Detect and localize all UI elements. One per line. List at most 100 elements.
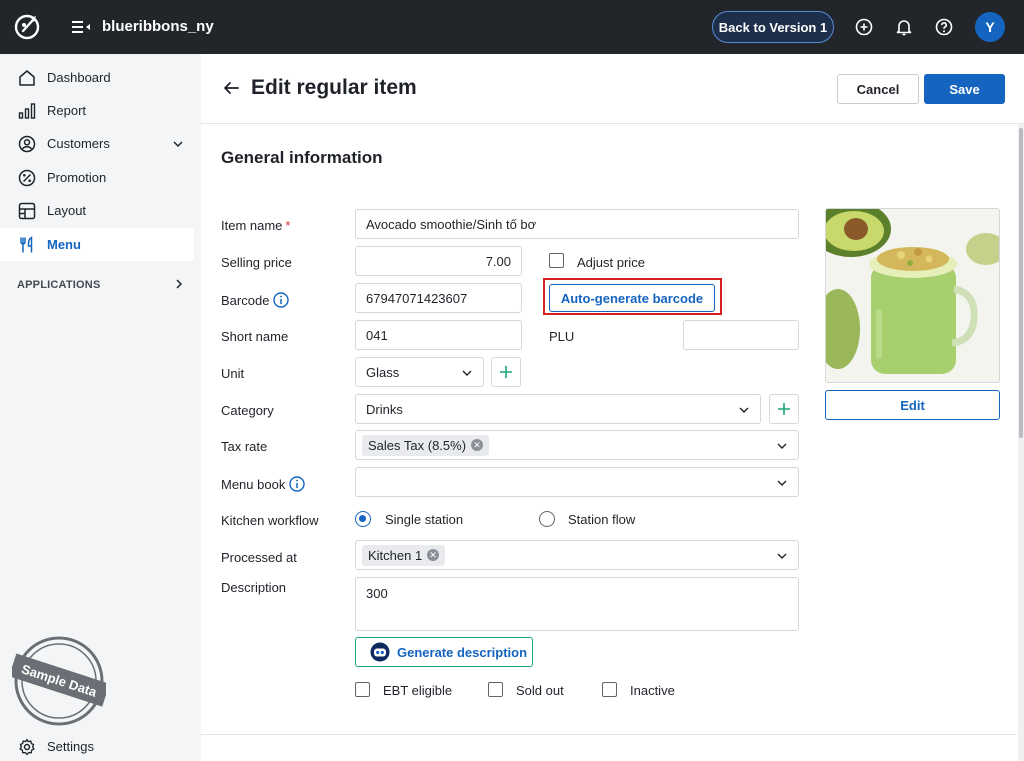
edit-image-button[interactable]: Edit — [825, 390, 1000, 420]
ebt-eligible-checkbox[interactable] — [355, 682, 370, 697]
chevron-down-icon — [739, 407, 749, 413]
plu-label: PLU — [549, 329, 575, 344]
menu-book-select[interactable] — [355, 467, 799, 497]
back-to-version-button[interactable]: Back to Version 1 — [712, 11, 834, 43]
kitchen-chip: Kitchen 1 ✕ — [362, 544, 446, 566]
category-select[interactable]: Drinks — [355, 394, 761, 424]
menu-collapse-icon[interactable] — [70, 17, 92, 37]
info-icon[interactable] — [273, 292, 290, 308]
chevron-down-icon — [777, 553, 787, 559]
description-label: Description — [221, 580, 287, 595]
item-name-label: Item name * — [221, 218, 291, 233]
avocado-smoothie-image — [826, 209, 999, 382]
kitchen-workflow-label: Kitchen workflow — [221, 513, 319, 528]
fork-knife-icon — [20, 235, 33, 252]
save-button[interactable]: Save — [924, 74, 1005, 104]
top-bar: blueribbons_ny Back to Version 1 Y — [0, 0, 1024, 54]
add-unit-button[interactable] — [491, 357, 521, 387]
category-value: Drinks — [366, 401, 403, 417]
sidebar-item-label: Layout — [47, 203, 87, 218]
sidebar-item-settings[interactable]: Settings — [0, 730, 194, 761]
short-name-label: Short name — [221, 329, 289, 344]
percent-icon — [18, 169, 36, 186]
required-mark: * — [285, 218, 291, 233]
unit-label: Unit — [221, 366, 245, 381]
sidebar-item-label: Dashboard — [47, 70, 111, 85]
sidebar-item-menu[interactable]: Menu — [0, 228, 194, 261]
category-label: Category — [221, 403, 274, 418]
sold-out-label: Sold out — [516, 683, 564, 698]
sidebar-item-label: Promotion — [47, 170, 107, 185]
inactive-label: Inactive — [630, 683, 675, 698]
unit-select[interactable]: Glass — [355, 357, 484, 387]
divider — [201, 734, 1017, 735]
cancel-button[interactable]: Cancel — [837, 74, 919, 104]
short-name-input[interactable]: 041 — [355, 320, 522, 350]
sidebar-item-label: Report — [47, 103, 87, 118]
sidebar-item-label: Menu — [47, 237, 81, 252]
robot-icon — [370, 642, 390, 662]
plus-icon — [778, 403, 790, 415]
station-flow-label: Station flow — [568, 512, 636, 527]
sidebar-item-layout[interactable]: Layout — [0, 194, 194, 227]
sidebar-item-dashboard[interactable]: Dashboard — [0, 61, 194, 94]
item-image — [825, 208, 1000, 383]
tax-rate-select[interactable]: Sales Tax (8.5%) ✕ — [355, 430, 799, 460]
adjust-price-checkbox[interactable] — [549, 253, 564, 268]
selling-price-input[interactable]: 7.00 — [355, 246, 522, 276]
remove-chip-icon[interactable]: ✕ — [471, 439, 484, 451]
help-icon[interactable] — [934, 17, 954, 37]
remove-chip-icon[interactable]: ✕ — [427, 549, 440, 561]
app-logo-icon[interactable] — [12, 12, 42, 42]
chevron-down-icon — [777, 443, 787, 449]
home-icon — [19, 69, 35, 86]
generate-description-button[interactable]: Generate description — [355, 637, 533, 667]
sidebar-item-label: Settings — [47, 739, 94, 754]
scrollbar-thumb[interactable] — [1019, 128, 1023, 438]
layout-icon — [18, 202, 36, 219]
tax-rate-chip: Sales Tax (8.5%) ✕ — [362, 434, 490, 456]
plus-icon — [500, 366, 512, 378]
processed-at-label: Processed at — [221, 550, 297, 565]
ebt-eligible-label: EBT eligible — [383, 683, 453, 698]
menu-book-label: Menu book — [221, 476, 306, 492]
plu-input[interactable] — [683, 320, 799, 350]
chevron-down-icon — [462, 370, 472, 376]
chevron-right-icon[interactable] — [173, 278, 185, 290]
barcode-input[interactable]: 67947071423607 — [355, 283, 522, 313]
applications-section-label[interactable]: APPLICATIONS — [17, 279, 100, 291]
sold-out-checkbox[interactable] — [488, 682, 503, 697]
single-station-radio[interactable] — [355, 511, 371, 527]
user-avatar[interactable]: Y — [975, 12, 1005, 42]
auto-generate-barcode-button[interactable]: Auto-generate barcode — [549, 284, 715, 312]
add-category-button[interactable] — [769, 394, 799, 424]
inactive-checkbox[interactable] — [602, 682, 617, 697]
sidebar-item-customers[interactable]: Customers — [0, 127, 194, 160]
tax-rate-label: Tax rate — [221, 439, 268, 454]
sidebar-item-promotion[interactable]: Promotion — [0, 161, 194, 194]
arrow-left-icon[interactable] — [222, 79, 240, 97]
station-flow-radio[interactable] — [539, 511, 555, 527]
store-name[interactable]: blueribbons_ny — [102, 18, 214, 35]
processed-at-select[interactable]: Kitchen 1 ✕ — [355, 540, 799, 570]
chevron-down-icon — [777, 480, 787, 486]
barcode-label: Barcode — [221, 292, 290, 308]
user-circle-icon — [18, 135, 36, 152]
sidebar: Dashboard Report Customers Promotion Lay… — [0, 54, 201, 761]
sample-data-stamp: Sample Data — [12, 636, 106, 726]
item-name-input[interactable]: Avocado smoothie/Sinh tố bơ — [355, 209, 799, 239]
page-title: Edit regular item — [251, 76, 417, 99]
add-circle-icon[interactable] — [854, 17, 874, 37]
bar-chart-icon — [18, 102, 36, 119]
single-station-label: Single station — [385, 512, 464, 527]
section-title: General information — [221, 148, 383, 167]
adjust-price-label: Adjust price — [577, 255, 645, 270]
gear-icon — [19, 738, 35, 755]
description-textarea[interactable]: 300 — [355, 577, 799, 631]
selling-price-label: Selling price — [221, 255, 292, 270]
info-icon[interactable] — [289, 476, 306, 492]
bell-icon[interactable] — [894, 17, 914, 37]
unit-value: Glass — [366, 364, 400, 380]
chevron-down-icon[interactable] — [172, 138, 184, 150]
sidebar-item-report[interactable]: Report — [0, 94, 194, 127]
